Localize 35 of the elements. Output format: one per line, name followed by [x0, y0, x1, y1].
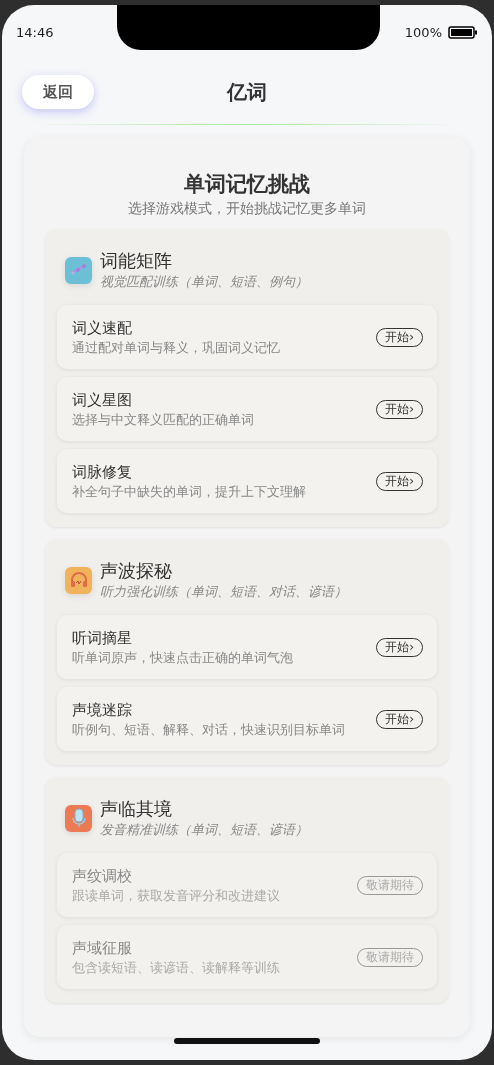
game-description: 跟读单词，获取发音评分和改进建议	[72, 887, 280, 904]
game-title: 声纹调校	[72, 866, 133, 887]
game-title: 词义星图	[72, 390, 133, 411]
network-icon	[69, 263, 88, 277]
section-subtitle: 发音精准训练（单词、短语、谚语）	[100, 821, 308, 839]
section-subtitle: 视觉匹配训练（单词、短语、例句）	[100, 273, 308, 291]
game-description: 听例句、短语、解释、对话，快速识别目标单词	[72, 721, 345, 738]
game-description: 补全句子中缺失的单词，提升上下文理解	[72, 483, 306, 500]
section-title: 词能矩阵	[100, 249, 173, 273]
game-description: 选择与中文释义匹配的正确单词	[72, 411, 254, 428]
status-time: 14:46	[16, 25, 54, 40]
game-description: 通过配对单词与释义，巩固词义记忆	[72, 339, 280, 356]
game-item[interactable]: 词义星图 选择与中文释义匹配的正确单词 开始›	[57, 377, 437, 441]
battery-percent: 100%	[404, 25, 442, 40]
battery-icon	[448, 26, 478, 39]
back-button[interactable]: 返回	[22, 75, 94, 109]
game-title: 声境迷踪	[72, 700, 133, 721]
game-item[interactable]: 听词摘星 听单词原声，快速点击正确的单词气泡 开始›	[57, 615, 437, 679]
app-title: 亿词	[227, 78, 267, 106]
game-title: 听词摘星	[72, 628, 133, 649]
game-item[interactable]: 词义速配 通过配对单词与释义，巩固词义记忆 开始›	[57, 305, 437, 369]
section-title: 声临其境	[100, 797, 173, 821]
card-subtitle: 选择游戏模式，开始挑战记忆更多单词	[127, 199, 367, 218]
game-description: 听单词原声，快速点击正确的单词气泡	[72, 649, 293, 666]
microphone-icon	[71, 808, 86, 828]
section-subtitle: 听力强化训练（单词、短语、对话、谚语）	[100, 583, 347, 601]
game-description: 包含读短语、读谚语、读解释等训练	[72, 959, 280, 976]
game-title: 词脉修复	[72, 462, 133, 483]
headphones-icon	[69, 572, 88, 588]
card-title: 单词记忆挑战	[183, 171, 311, 198]
game-item[interactable]: 声境迷踪 听例句、短语、解释、对话，快速识别目标单词 开始›	[57, 687, 437, 751]
game-item[interactable]: 词脉修复 补全句子中缺失的单词，提升上下文理解 开始›	[57, 449, 437, 513]
game-title: 词义速配	[72, 318, 133, 339]
game-title: 声域征服	[72, 938, 133, 959]
section-title: 声波探秘	[100, 559, 173, 583]
